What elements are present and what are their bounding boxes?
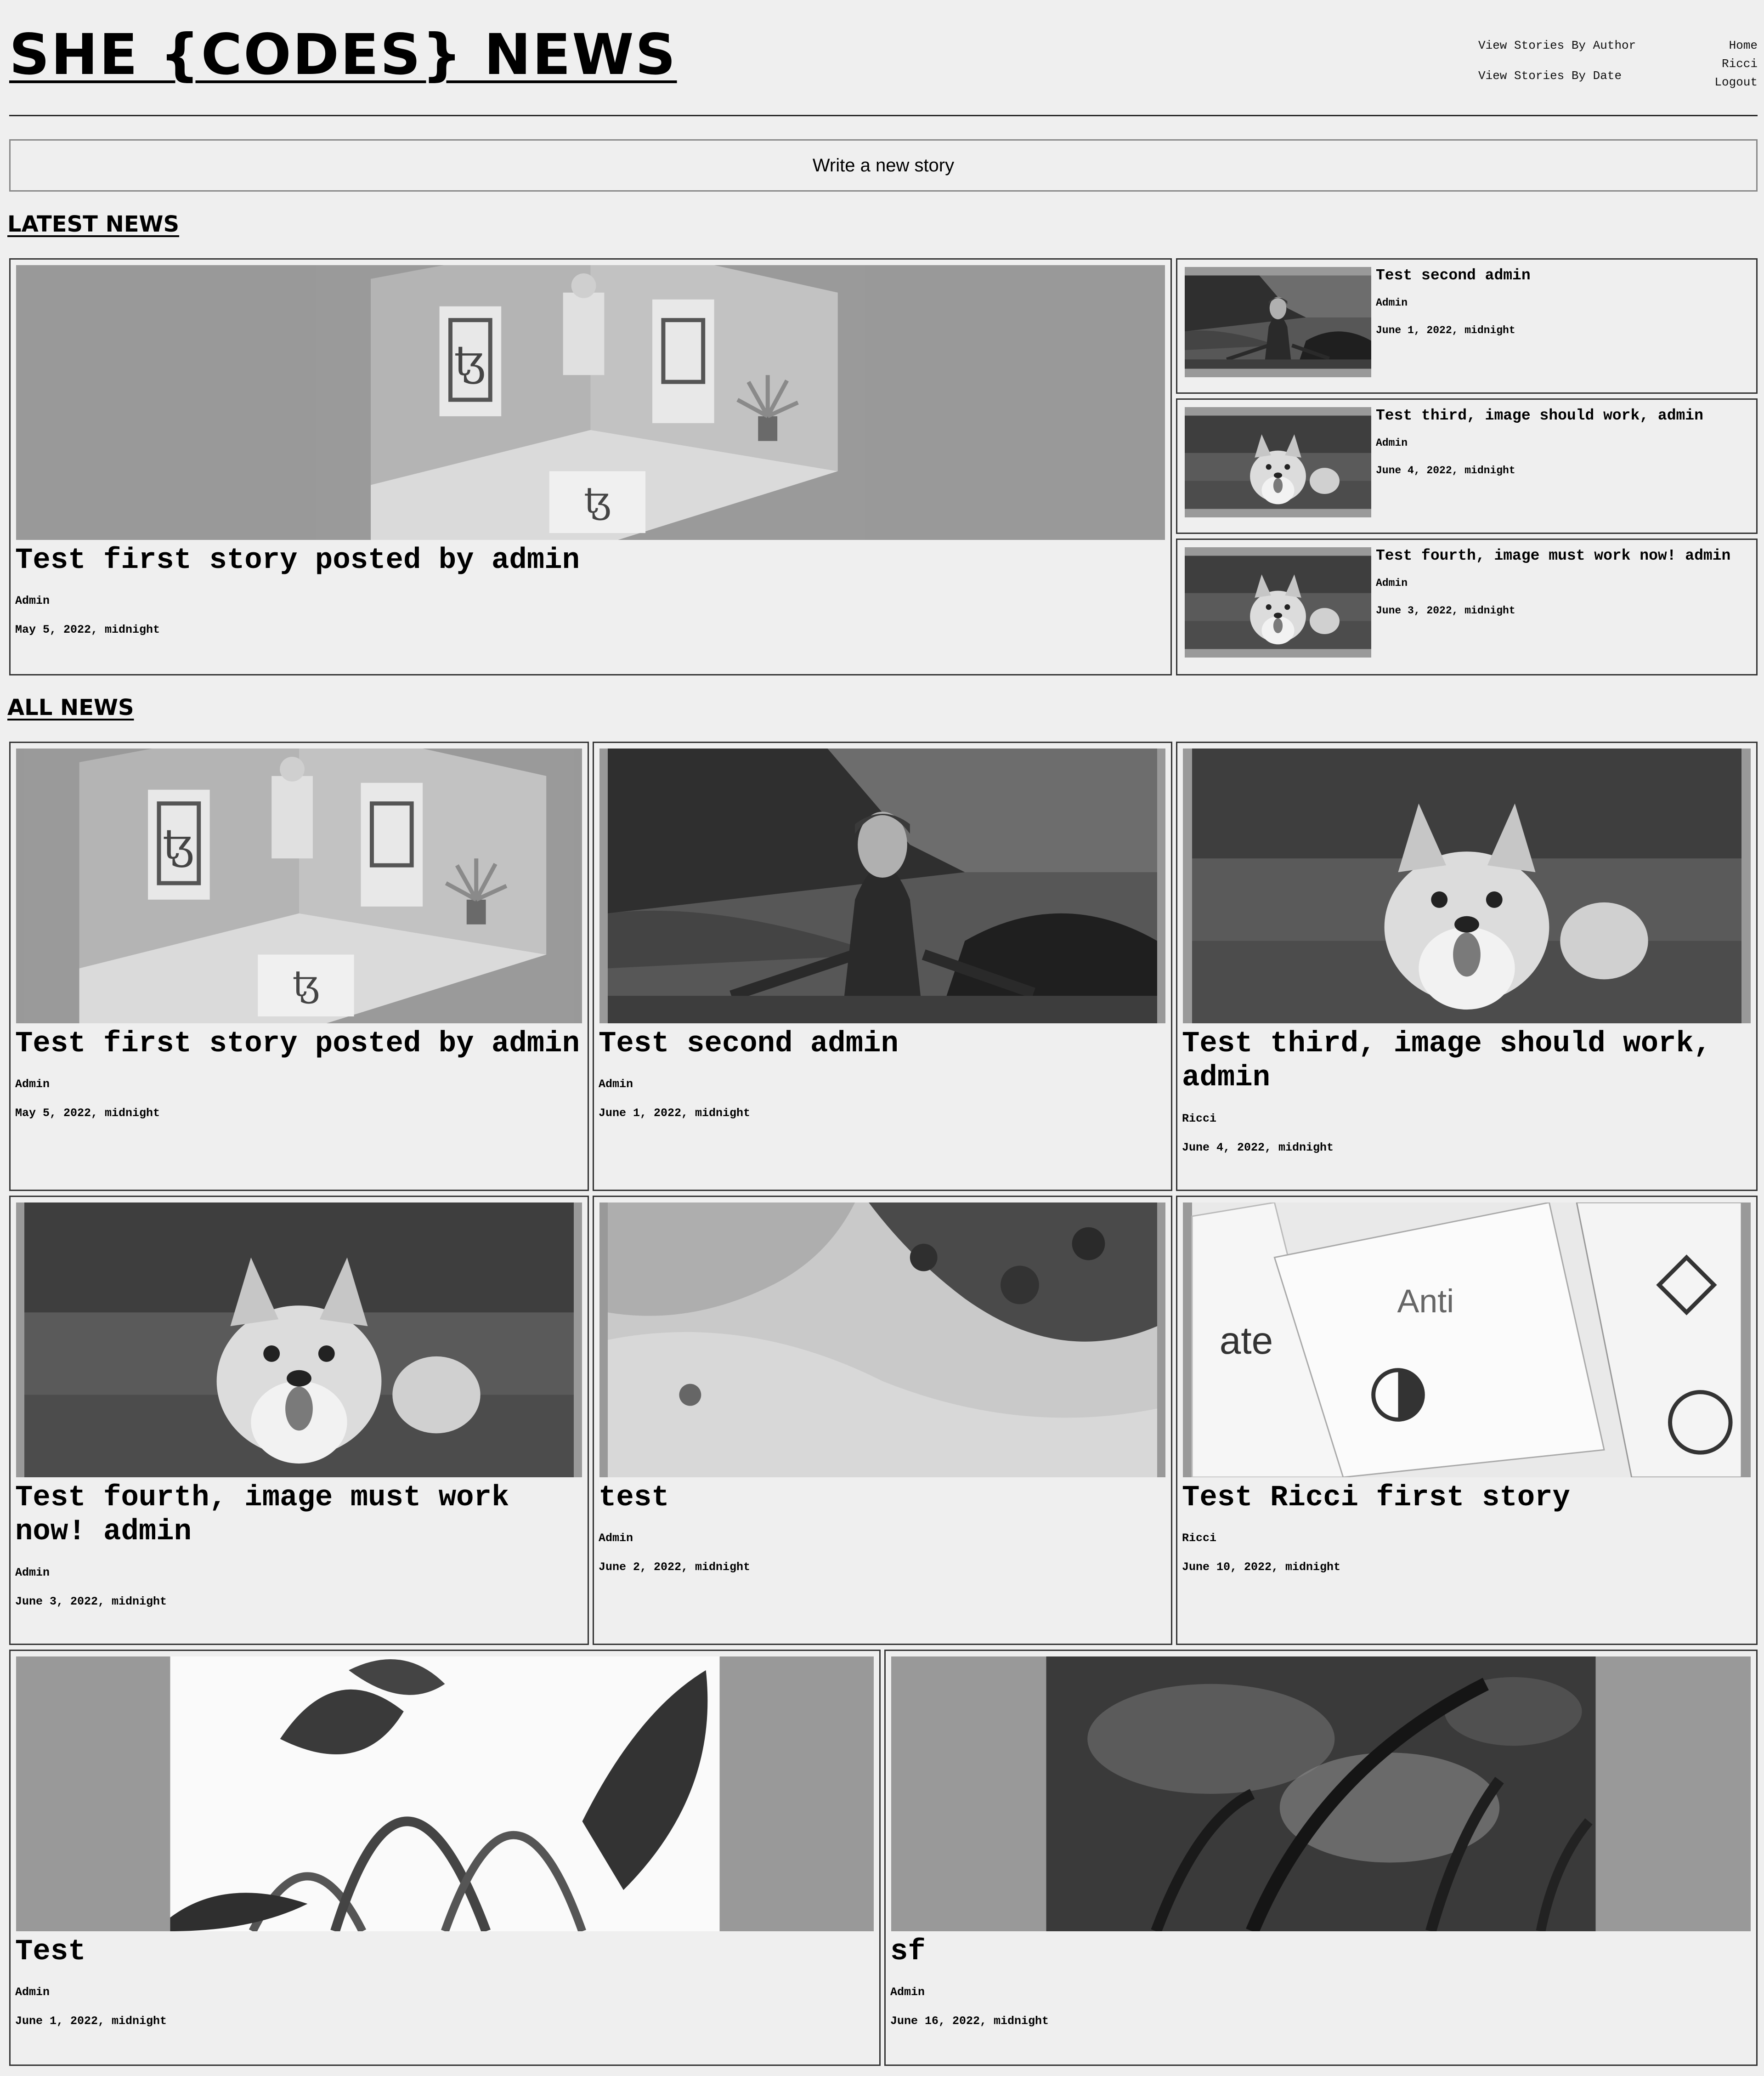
story-card[interactable]: Test first story posted by admin Admin M… <box>9 742 589 1191</box>
story-author: Admin <box>1376 297 1408 309</box>
grass-bokeh-image <box>891 1656 1751 1931</box>
latest-side-card[interactable]: Test fourth, image must work now! admin … <box>1176 539 1758 675</box>
gallery-room-image <box>16 265 1165 540</box>
story-card[interactable]: Test Ricci first story Ricci June 10, 20… <box>1176 1196 1758 1645</box>
story-author: Admin <box>15 594 50 607</box>
latest-news-heading: LATEST NEWS <box>7 211 180 237</box>
gallery-room-image <box>16 749 582 1023</box>
latest-side-card[interactable]: Test third, image should work, admin Adm… <box>1176 398 1758 534</box>
story-card[interactable]: sf Admin June 16, 2022, midnight <box>884 1650 1758 2066</box>
story-card[interactable]: Test Admin June 1, 2022, midnight <box>9 1650 881 2066</box>
story-filter-nav: View Stories By Author View Stories By D… <box>1478 40 1636 82</box>
story-author: Ricci <box>1182 1531 1217 1545</box>
logout-link[interactable]: Logout <box>1714 76 1758 88</box>
story-card[interactable]: Test second admin Admin June 1, 2022, mi… <box>593 742 1172 1191</box>
corgi-image <box>16 1202 582 1477</box>
story-date: June 10, 2022, midnight <box>1182 1560 1341 1574</box>
story-author: Admin <box>599 1078 633 1091</box>
story-title[interactable]: Test third, image should work, admin <box>1182 1027 1752 1095</box>
story-title[interactable]: Test Ricci first story <box>1182 1481 1752 1515</box>
story-date: June 1, 2022, midnight <box>15 2014 167 2028</box>
story-date: May 5, 2022, midnight <box>15 623 160 636</box>
all-news-heading: ALL NEWS <box>7 695 134 720</box>
story-card[interactable]: test Admin June 2, 2022, midnight <box>593 1196 1172 1645</box>
corgi-image <box>1185 547 1371 658</box>
story-date: June 4, 2022, midnight <box>1182 1141 1334 1154</box>
plant-leaves-image <box>16 1656 874 1931</box>
write-new-story-button[interactable]: Write a new story <box>9 139 1758 192</box>
story-date: June 2, 2022, midnight <box>599 1560 751 1574</box>
story-date: June 1, 2022, midnight <box>1376 324 1515 336</box>
corgi-image <box>1185 407 1371 517</box>
story-date: June 4, 2022, midnight <box>1376 465 1515 476</box>
story-author: Admin <box>15 1985 50 1999</box>
story-author: Admin <box>1376 437 1408 449</box>
story-date: June 3, 2022, midnight <box>1376 605 1515 617</box>
story-card[interactable]: Test third, image should work, admin Ric… <box>1176 742 1758 1191</box>
view-by-author-link[interactable]: View Stories By Author <box>1478 40 1636 51</box>
story-date: June 16, 2022, midnight <box>890 2014 1049 2028</box>
featured-story-card[interactable]: Test first story posted by admin Admin M… <box>9 258 1172 675</box>
site-title[interactable]: SHE {CODES} NEWS <box>9 27 677 83</box>
header-divider <box>9 115 1758 116</box>
story-date: June 3, 2022, midnight <box>15 1595 167 1608</box>
latest-side-card[interactable]: Test second admin Admin June 1, 2022, mi… <box>1176 258 1758 394</box>
story-author: Admin <box>890 1985 925 1999</box>
story-title[interactable]: Test second admin <box>599 1027 1166 1061</box>
magazines-image <box>1183 1202 1751 1477</box>
story-title[interactable]: Test fourth, image must work now! admin <box>15 1481 583 1549</box>
story-title[interactable]: sf <box>890 1935 1752 1969</box>
story-date: May 5, 2022, midnight <box>15 1106 160 1120</box>
story-title[interactable]: Test third, image should work, admin <box>1376 408 1703 423</box>
story-title[interactable]: Test first story posted by admin <box>15 1027 583 1061</box>
story-date: June 1, 2022, midnight <box>599 1106 751 1120</box>
story-author: Admin <box>599 1531 633 1545</box>
story-title[interactable]: Test fourth, image must work now! admin <box>1376 548 1730 563</box>
story-author: Admin <box>1376 577 1408 589</box>
woman-coast-image <box>1185 267 1371 377</box>
story-title[interactable]: test <box>599 1481 1166 1515</box>
story-card[interactable]: Test fourth, image must work now! admin … <box>9 1196 589 1645</box>
view-by-date-link[interactable]: View Stories By Date <box>1478 70 1636 82</box>
aerial-beach-image <box>599 1202 1165 1477</box>
story-title[interactable]: Test <box>15 1935 875 1969</box>
story-author: Ricci <box>1182 1112 1217 1125</box>
user-nav: Home Ricci Logout <box>1714 40 1758 88</box>
story-title[interactable]: Test second admin <box>1376 268 1531 283</box>
story-author: Admin <box>15 1078 50 1091</box>
profile-link[interactable]: Ricci <box>1714 58 1758 70</box>
woman-coast-image <box>599 749 1165 1023</box>
home-link[interactable]: Home <box>1714 40 1758 51</box>
story-author: Admin <box>15 1566 50 1579</box>
story-title[interactable]: Test first story posted by admin <box>15 544 1166 578</box>
corgi-image <box>1183 749 1751 1023</box>
